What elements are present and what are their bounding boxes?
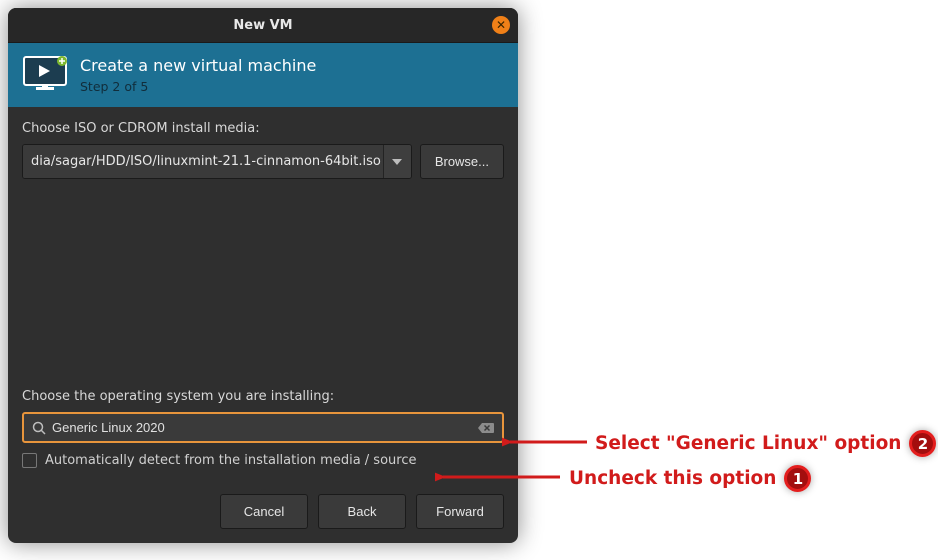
media-dropdown-button[interactable] bbox=[383, 145, 411, 178]
annotation-2-text: Select "Generic Linux" option bbox=[595, 433, 901, 454]
os-search-input[interactable] bbox=[52, 420, 472, 435]
annotation-2-badge: 2 bbox=[909, 430, 936, 457]
wizard-title: Create a new virtual machine bbox=[80, 56, 316, 75]
clear-icon[interactable] bbox=[478, 421, 494, 435]
close-icon: ✕ bbox=[496, 18, 506, 32]
os-label: Choose the operating system you are inst… bbox=[22, 389, 504, 404]
annotation-1-text: Uncheck this option bbox=[569, 468, 776, 489]
annotation-arrow-2 bbox=[502, 435, 592, 449]
annotation-arrow-1 bbox=[435, 470, 565, 484]
media-label: Choose ISO or CDROM install media: bbox=[22, 121, 504, 136]
media-combo[interactable]: dia/sagar/HDD/ISO/linuxmint-21.1-cinnamo… bbox=[22, 144, 412, 179]
titlebar[interactable]: New VM ✕ bbox=[8, 8, 518, 43]
search-icon bbox=[32, 421, 46, 435]
annotation-2: Select "Generic Linux" option 2 bbox=[595, 430, 936, 457]
window-title: New VM bbox=[8, 18, 518, 33]
wizard-banner: Create a new virtual machine Step 2 of 5 bbox=[8, 43, 518, 107]
autodetect-checkbox[interactable] bbox=[22, 453, 37, 468]
autodetect-label[interactable]: Automatically detect from the installati… bbox=[45, 453, 416, 468]
wizard-footer: Cancel Back Forward bbox=[8, 480, 518, 543]
cancel-button[interactable]: Cancel bbox=[220, 494, 308, 529]
back-button[interactable]: Back bbox=[318, 494, 406, 529]
vm-wizard-window: New VM ✕ Create a new virtual machine bbox=[8, 8, 518, 543]
forward-button[interactable]: Forward bbox=[416, 494, 504, 529]
autodetect-row: Automatically detect from the installati… bbox=[22, 453, 504, 468]
os-search-field[interactable] bbox=[22, 412, 504, 443]
annotation-1: Uncheck this option 1 bbox=[569, 465, 811, 492]
media-path-input[interactable]: dia/sagar/HDD/ISO/linuxmint-21.1-cinnamo… bbox=[23, 145, 383, 178]
vm-icon bbox=[22, 55, 68, 95]
browse-button[interactable]: Browse... bbox=[420, 144, 504, 179]
chevron-down-icon bbox=[392, 159, 402, 165]
wizard-content: Choose ISO or CDROM install media: dia/s… bbox=[8, 107, 518, 480]
wizard-step: Step 2 of 5 bbox=[80, 79, 316, 94]
close-button[interactable]: ✕ bbox=[492, 16, 510, 34]
annotation-1-badge: 1 bbox=[784, 465, 811, 492]
